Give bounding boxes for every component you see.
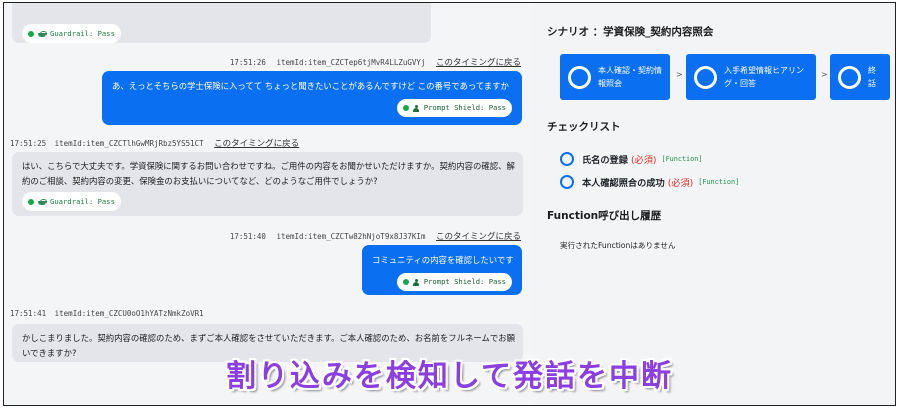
rewind-link[interactable]: このタイミングに戻る <box>436 58 521 68</box>
user-message-bubble: コミュニティの内容を確認したいです Prompt Shield: Pass <box>362 245 522 295</box>
required-badge: (必須) <box>630 155 657 166</box>
message-time: 17:51:25 <box>10 139 47 148</box>
chevron-right-icon: > <box>676 70 683 79</box>
chat-panel: Guardrail: Pass 17:51:26 itemId:item_CZC… <box>4 3 531 405</box>
function-history-empty: 実行されたFunctionはありません <box>560 241 676 250</box>
guardrail-pill: Guardrail: Pass <box>22 24 121 43</box>
message-item-id: itemId:item_CZCU0oO1hYATzNmkZoVR1 <box>54 309 204 318</box>
step-label: 終 話 <box>868 64 876 90</box>
message-time: 17:51:40 <box>229 232 266 241</box>
step-label-line: 本人確認・契約情 <box>598 66 662 75</box>
assistant-message-line: 約のご相談、契約内容の変更、保険金のお支払いについてなど、どのようなご用件でしょ… <box>22 176 378 186</box>
required-badge: (必須) <box>667 178 694 189</box>
message-item-id: itemId:item_CZCTep6tjMvR4LLZuGVYj <box>276 58 426 67</box>
scenario-step-1[interactable]: 本人確認・契約情 報照会 <box>560 54 670 100</box>
guardrail-pill: Guardrail: Pass <box>22 192 121 211</box>
step-label: 本人確認・契約情 報照会 <box>598 64 662 90</box>
function-history-title: Function呼び出し履歴 <box>547 210 662 222</box>
scenario-panel: シナリオ ：学資保険_契約内容照会 本人確認・契約情 報照会 > 入手希望情報ヒ… <box>531 3 895 405</box>
status-dot-icon <box>402 105 409 111</box>
function-tag: [Function] <box>698 178 740 186</box>
prompt-shield-pill: Prompt Shield: Pass <box>396 99 512 117</box>
function-tag: [Function] <box>661 155 703 163</box>
scenario-step-3[interactable]: 終 話 <box>830 54 890 100</box>
message-meta: 17:51:40 itemId:item_CZCTw82hNjoT9x8J37K… <box>230 230 521 242</box>
checklist-title: チェックリスト <box>547 121 621 133</box>
step-label-line: 終 <box>868 66 876 75</box>
progress-ring-icon <box>568 65 591 89</box>
checklist-label: 氏名の登録 <box>582 155 628 166</box>
step-label-line: 報照会 <box>598 79 622 88</box>
prompt-shield-label: Prompt Shield: Pass <box>423 277 506 286</box>
message-meta: 17:51:41 itemId:item_CZCU0oO1hYATzNmkZoV… <box>10 309 204 318</box>
person-icon <box>413 278 420 286</box>
step-label-line: 話 <box>868 79 876 88</box>
status-dot-icon <box>28 30 34 37</box>
scenario-step-2[interactable]: 入手希望情報ヒアリン グ・回答 <box>686 54 816 100</box>
message-item-id: itemId:item_CZCTw82hNjoT9x8J37KIm <box>276 232 426 241</box>
guardrail-icon <box>38 30 47 37</box>
message-meta: 17:51:25 itemId:item_CZCTlhGwMRjRbz5YS51… <box>10 137 299 149</box>
message-time: 17:51:41 <box>10 309 47 318</box>
prompt-shield-status: Prompt Shield: Pass <box>112 99 512 117</box>
guardrail-label: Guardrail: Pass <box>50 29 115 38</box>
prompt-shield-status: Prompt Shield: Pass <box>372 273 512 291</box>
status-dot-icon <box>28 198 34 205</box>
app-frame: Guardrail: Pass 17:51:26 itemId:item_CZC… <box>3 2 896 406</box>
message-meta: 17:51:26 itemId:item_CZCTep6tjMvR4LLZuGV… <box>230 56 521 68</box>
rewind-link[interactable]: このタイミングに戻る <box>214 139 299 149</box>
assistant-message-bubble: Guardrail: Pass <box>12 3 431 43</box>
user-message-bubble: あ、えっとそちらの学士保険に入ってて ちょっと聞きたいことがあるんですけど この… <box>102 71 522 125</box>
checklist-label: 本人確認照合の成功 <box>582 178 665 189</box>
assistant-message-line: はい、こちらで大丈夫です。学資保険に関するお問い合わせですね。ご用件の内容をお聞… <box>22 161 515 171</box>
progress-ring-icon <box>694 65 717 89</box>
person-icon <box>413 104 420 112</box>
status-dot-icon <box>402 279 409 285</box>
guardrail-status: Guardrail: Pass <box>22 24 421 43</box>
prompt-shield-pill: Prompt Shield: Pass <box>396 273 512 291</box>
scenario-title: シナリオ ：学資保険_契約内容照会 <box>547 26 714 38</box>
guardrail-label: Guardrail: Pass <box>50 197 115 206</box>
step-label-line: グ・回答 <box>724 79 756 88</box>
user-message-text: コミュニティの内容を確認したいです <box>372 255 514 265</box>
user-message-text: あ、えっとそちらの学士保険に入ってて ちょっと聞きたいことがあるんですけど この… <box>112 81 509 91</box>
step-label: 入手希望情報ヒアリン グ・回答 <box>724 64 804 90</box>
chevron-right-icon: > <box>821 70 828 79</box>
checklist-item: 本人確認照合の成功 (必須) [Function] <box>560 175 739 189</box>
guardrail-icon <box>38 198 47 205</box>
video-caption: 割り込みを検知して発話を中断 <box>225 359 674 394</box>
message-item-id: itemId:item_CZCTlhGwMRjRbz5YS51CT <box>54 139 204 148</box>
guardrail-status: Guardrail: Pass <box>22 192 513 211</box>
assistant-message-bubble: はい、こちらで大丈夫です。学資保険に関するお問い合わせですね。ご用件の内容をお聞… <box>12 152 523 216</box>
step-label-line: 入手希望情報ヒアリン <box>724 66 804 75</box>
message-time: 17:51:26 <box>229 58 266 67</box>
progress-ring-icon <box>560 152 574 166</box>
rewind-link[interactable]: このタイミングに戻る <box>436 232 521 242</box>
checklist-item: 氏名の登録 (必須) [Function] <box>560 152 702 166</box>
progress-ring-icon <box>560 175 574 189</box>
progress-ring-icon <box>838 65 861 89</box>
prompt-shield-label: Prompt Shield: Pass <box>423 103 506 112</box>
assistant-message-line: かしこまりました。契約内容の確認のため、まずご本人確認をさせていただきます。ご本… <box>22 333 516 343</box>
